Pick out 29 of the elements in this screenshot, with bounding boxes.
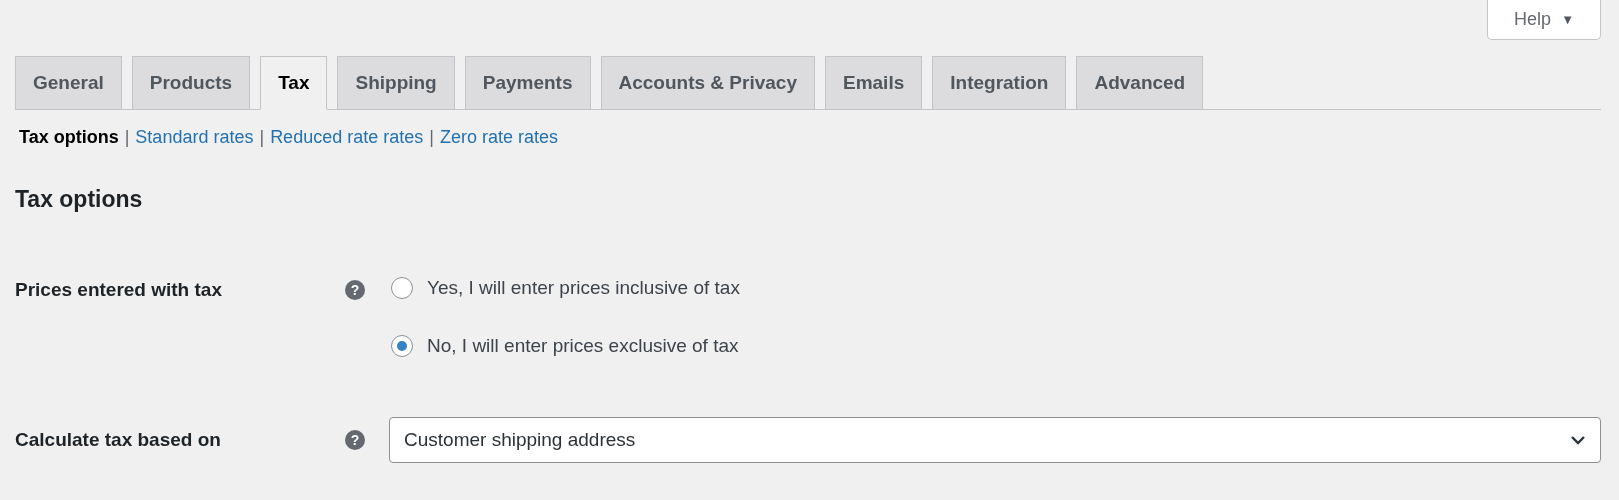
help-icon[interactable]: ? [345, 280, 365, 300]
subnav-link[interactable]: Zero rate rates [435, 127, 562, 148]
tab[interactable]: General [15, 56, 122, 110]
tab[interactable]: Tax [260, 56, 328, 110]
tab[interactable]: Shipping [337, 56, 455, 110]
radio-button[interactable] [391, 277, 413, 299]
tab[interactable]: Advanced [1076, 56, 1204, 110]
separator: | [258, 127, 266, 148]
setting-label: Prices entered with tax [15, 278, 223, 301]
tab[interactable]: Payments [464, 56, 591, 110]
radio-button[interactable] [391, 335, 413, 357]
radio-option[interactable]: Yes, I will enter prices inclusive of tax [391, 277, 740, 299]
subnav-link[interactable]: Tax options [15, 127, 123, 148]
setting-label: Calculate tax based on [15, 428, 222, 451]
tab[interactable]: Accounts & Privacy [600, 56, 815, 110]
tab[interactable]: Integration [932, 56, 1067, 110]
separator: | [428, 127, 435, 148]
help-icon[interactable]: ? [345, 430, 365, 450]
radio-option[interactable]: No, I will enter prices exclusive of tax [391, 335, 740, 357]
help-button[interactable]: Help ▼ [1487, 0, 1601, 40]
select-field[interactable]: Customer shipping address [389, 417, 1601, 463]
caret-icon: ▼ [1561, 12, 1574, 27]
subnav-link[interactable]: Standard rates [131, 127, 258, 148]
tab[interactable]: Products [131, 56, 251, 110]
separator: | [123, 127, 131, 148]
subnav-link[interactable]: Reduced rate rates [266, 127, 428, 148]
tab[interactable]: Emails [825, 56, 923, 110]
section-title: Tax options [15, 186, 144, 213]
chevron-down-icon [1570, 435, 1586, 445]
